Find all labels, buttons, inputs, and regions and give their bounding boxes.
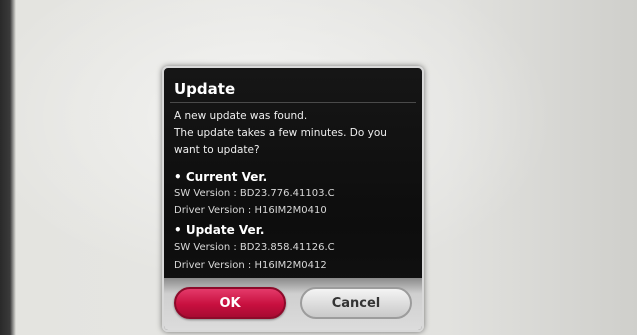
button-bar: OK Cancel xyxy=(164,278,422,330)
update-version-heading: • Update Ver. xyxy=(174,223,265,237)
current-driver-version: Driver Version : H16IM2M0410 xyxy=(174,205,327,216)
update-sw-version: SW Version : BD23.858.41126.C xyxy=(174,242,335,253)
message-line-3: want to update? xyxy=(174,144,260,156)
update-driver-version: Driver Version : H16IM2M0412 xyxy=(174,260,327,271)
dialog-title: Update xyxy=(174,80,236,98)
message-line-1: A new update was found. xyxy=(174,110,308,122)
message-line-2: The update takes a few minutes. Do you xyxy=(174,127,387,139)
current-version-heading: • Current Ver. xyxy=(174,170,268,184)
current-sw-version: SW Version : BD23.776.41103.C xyxy=(174,188,335,199)
cancel-button[interactable]: Cancel xyxy=(300,287,412,319)
title-divider xyxy=(170,102,416,103)
update-dialog: Update A new update was found. The updat… xyxy=(162,66,424,332)
ok-button[interactable]: OK xyxy=(174,287,286,319)
